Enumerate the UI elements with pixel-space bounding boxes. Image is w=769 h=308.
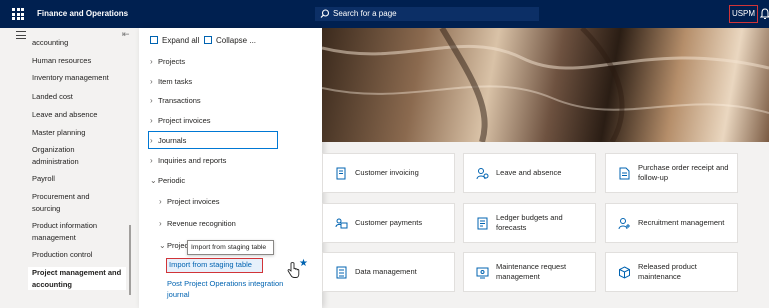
nav-item-landed-cost[interactable]: Landed cost [32,91,132,103]
tile-data-management[interactable]: Data management [322,252,455,292]
chevron-down-icon: ⌄ [150,176,157,185]
collapse-icon [204,36,212,44]
cube-icon [619,266,630,279]
tree-item-projec[interactable]: ⌄Projec [159,241,188,250]
tile-label: Leave and absence [496,168,562,177]
tile-label: Purchase order receipt and follow-up [638,163,729,182]
document-icon [619,167,630,180]
expand-icon [150,36,158,44]
people-icon [335,218,348,229]
nav-item-accounting[interactable]: accounting [32,37,132,49]
ledger-icon [477,217,488,230]
hero-banner-image [322,28,769,142]
nav-item-procurement-and-sourcing[interactable]: Procurement and sourcing [32,191,102,214]
tile-released-product-maintenance[interactable]: Released product maintenance [605,252,738,292]
tile-label: Recruitment management [638,218,725,227]
tile-customer-invoicing[interactable]: Customer invoicing [322,153,455,193]
chevron-right-icon: › [159,219,162,228]
search-icon [320,9,330,18]
search-placeholder: Search for a page [333,9,397,18]
maintenance-icon [476,267,489,279]
tree-item-periodic-project-invoices[interactable]: › Project invoices [159,197,220,206]
recruit-icon [618,218,630,230]
app-title[interactable]: Finance and Operations [37,9,128,18]
tile-label: Ledger budgets and forecasts [496,213,563,232]
collapse-all-button[interactable]: Collapse ... [204,36,256,45]
chevron-right-icon: › [159,197,162,206]
collapse-label: Collapse ... [216,36,257,45]
tile-label: Customer invoicing [355,168,419,177]
nav-item-project-management-and-accounting[interactable]: Project management and accounting [28,267,126,290]
tree-item-project-invoices[interactable]: › Project invoices [150,116,211,125]
hand-cursor-icon [287,262,300,278]
search-box[interactable]: Search for a page [315,7,539,21]
chevron-right-icon: › [150,116,153,125]
top-navigation-bar: Finance and Operations Search for a page… [0,0,769,28]
tile-purchase-order-receipt[interactable]: Purchase order receipt and follow-up [605,153,738,193]
chevron-right-icon: › [150,156,153,165]
tree-item-inquiries-and-reports[interactable]: › Inquiries and reports [150,156,226,165]
tile-label: Customer payments [355,218,423,227]
company-picker[interactable]: USPM [729,5,758,23]
app-launcher-icon[interactable] [12,8,24,20]
tile-label: Released product maintenance [638,262,697,281]
tree-item-revenue-recognition[interactable]: › Revenue recognition [159,219,236,228]
chevron-right-icon: › [150,57,153,66]
bell-icon[interactable] [760,8,769,20]
tooltip: Import from staging table [187,240,274,255]
chevron-right-icon: › [150,77,153,86]
nav-item-leave-and-absence[interactable]: Leave and absence [32,109,132,121]
nav-scrollbar[interactable] [129,225,131,295]
tree-item-periodic[interactable]: ⌄Periodic [150,176,185,185]
tile-customer-payments[interactable]: Customer payments [322,203,455,243]
nav-item-product-information-management[interactable]: Product information management [32,220,112,243]
tile-label: Data management [355,267,417,276]
invoice-icon [336,167,346,180]
nav-item-inventory-management[interactable]: Inventory management [32,72,132,84]
post-project-operations-integration-journal-link[interactable]: Post Project Operations integration jour… [167,279,302,300]
tree-item-item-tasks[interactable]: › Item tasks [150,77,192,86]
left-navigation-pane: ⇤ accounting Human resources Inventory m… [0,28,139,308]
nav-item-human-resources[interactable]: Human resources [32,55,132,67]
hamburger-menu-icon[interactable] [16,31,26,40]
chevron-down-icon: ⌄ [159,241,166,250]
nav-item-production-control[interactable]: Production control [32,249,132,261]
import-from-staging-table-link[interactable]: Import from staging table [166,258,263,273]
tree-item-projects[interactable]: › Projects [150,57,185,66]
data-icon [336,266,347,279]
nav-item-organization-administration[interactable]: Organization administration [32,144,112,167]
nav-item-payroll[interactable]: Payroll [32,173,132,185]
tree-item-transactions[interactable]: › Transactions [150,96,201,105]
tile-maintenance-request-management[interactable]: Maintenance request management [463,252,596,292]
chevron-right-icon: › [150,136,153,145]
chevron-right-icon: › [150,96,153,105]
tile-ledger-budgets[interactable]: Ledger budgets and forecasts [463,203,596,243]
expand-all-label: Expand all [162,36,200,45]
favorite-star-icon[interactable]: ★ [299,258,308,269]
tile-recruitment-management[interactable]: Recruitment management [605,203,738,243]
tree-item-journals[interactable]: › Journals [150,136,186,145]
tile-leave-and-absence[interactable]: Leave and absence [463,153,596,193]
nav-item-master-planning[interactable]: Master planning [32,127,132,139]
tile-label: Maintenance request management [496,262,567,281]
hero-decoration [322,28,769,142]
expand-all-button[interactable]: Expand all [150,36,199,45]
person-icon [476,168,489,180]
